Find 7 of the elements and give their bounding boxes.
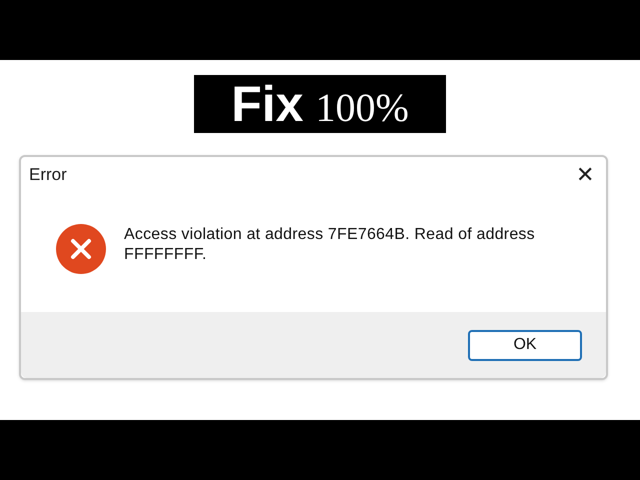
window-title: Error xyxy=(29,164,67,186)
tagline: 100% xyxy=(315,88,409,128)
error-message: Access violation at address 7FE7664B. Read of address FFFFFFFF. xyxy=(124,225,536,265)
ok-button[interactable]: OK xyxy=(468,330,582,360)
close-button[interactable]: ✕ xyxy=(576,164,594,186)
error-icon xyxy=(55,223,107,275)
headline: Fix xyxy=(231,79,304,129)
